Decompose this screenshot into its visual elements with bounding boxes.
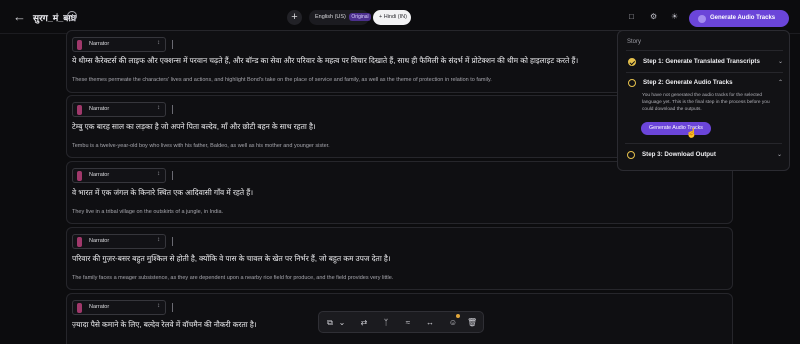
speaker-select[interactable]: Narrator ↕	[72, 37, 166, 52]
text-cursor	[172, 105, 173, 114]
source-text: Tembu is a twelve-year-old boy who lives…	[72, 143, 330, 149]
circle-icon	[627, 151, 635, 159]
step-3-row[interactable]: Step 3: Download Output ⌄	[617, 148, 790, 162]
emotion-icon[interactable]: ☺	[448, 318, 458, 328]
speaker-color-swatch	[77, 171, 82, 181]
translated-text[interactable]: ये थीम्स कैरेक्टर्स की लाइफ और एक्शन्स म…	[72, 56, 578, 66]
text-cursor	[172, 40, 173, 49]
top-bar: ← सुरग_मं_बाघ + English (US) Original + …	[0, 0, 800, 34]
history-icon[interactable]	[67, 11, 77, 21]
divider	[625, 143, 782, 144]
segment-toolbar: ⧉ ⌄ ⇄ ᛉ ≈ ↔ ☺ 🗑	[318, 311, 484, 333]
speaker-color-swatch	[77, 40, 82, 50]
spacing-icon[interactable]: ↔	[425, 318, 435, 328]
speaker-name: Narrator	[89, 304, 110, 310]
chevron-updown-icon: ↕	[157, 237, 160, 243]
speaker-color-swatch	[77, 237, 82, 247]
speaker-name: Narrator	[89, 41, 110, 47]
text-cursor	[172, 303, 173, 312]
chevron-updown-icon: ↕	[157, 171, 160, 177]
source-language-label: English (US)	[315, 14, 346, 20]
check-circle-icon	[628, 58, 636, 66]
step-2-row[interactable]: Step 2: Generate Audio Tracks ⌃	[618, 76, 791, 90]
chevron-down-icon: ⌄	[777, 59, 783, 65]
translate-icon[interactable]: ⇄	[359, 318, 369, 328]
comment-icon[interactable]: □	[629, 13, 637, 21]
copy-icon[interactable]: ⧉	[325, 318, 335, 328]
original-badge: Original	[349, 13, 371, 21]
speaker-select[interactable]: Narrator ↕	[72, 300, 166, 315]
segment-card: Narrator ↕ परिवार की गुज़र-बसर बहुत मुश्…	[66, 227, 733, 290]
tab-source-language[interactable]: English (US) Original	[309, 10, 371, 25]
speaker-color-swatch	[77, 303, 82, 313]
circle-icon	[628, 79, 636, 87]
audio-icon	[698, 14, 706, 23]
speaker-name: Narrator	[89, 106, 110, 112]
chevron-updown-icon: ↕	[157, 303, 160, 309]
generate-audio-tracks-button[interactable]: Generate Audio Tracks	[689, 10, 789, 27]
text-cursor	[172, 237, 173, 246]
step-1-row[interactable]: Step 1: Generate Translated Transcripts …	[618, 55, 791, 69]
chevron-updown-icon: ↕	[157, 105, 160, 111]
step-2-generate-button[interactable]: Generate Audio Tracks	[641, 122, 711, 135]
source-text: The family faces a meager subsistence, a…	[72, 275, 394, 281]
translated-text[interactable]: परिवार की गुज़र-बसर बहुत मुश्किल से होती…	[72, 254, 391, 264]
translated-text[interactable]: ज़्यादा पैसे कमाने के लिए, बल्देव रेलवे …	[72, 320, 257, 330]
translated-text[interactable]: वे भारत में एक जंगल के किनारे स्थित एक आ…	[72, 188, 253, 198]
chevron-up-icon: ⌃	[777, 80, 783, 86]
speaker-name: Narrator	[89, 238, 110, 244]
sun-icon[interactable]: ☀	[671, 13, 679, 21]
source-text: These themes permeate the characters' li…	[72, 77, 492, 83]
plus-icon[interactable]: +	[287, 10, 302, 25]
step-2-label: Step 2: Generate Audio Tracks	[643, 79, 733, 86]
divider	[626, 72, 783, 73]
step-1-label: Step 1: Generate Translated Transcripts	[643, 58, 760, 65]
voice-icon[interactable]: ≈	[403, 318, 413, 328]
chevron-updown-icon: ↕	[157, 40, 160, 46]
step-3-label: Step 3: Download Output	[642, 151, 716, 158]
translated-text[interactable]: टेम्बु एक बारह साल का लड़का है जो अपने प…	[72, 122, 316, 132]
speaker-select[interactable]: Narrator ↕	[72, 168, 166, 183]
chevron-down-icon[interactable]: ⌄	[337, 318, 347, 328]
merge-icon[interactable]: ᛉ	[381, 318, 391, 328]
tab-target-language[interactable]: + Hindi (IN)	[373, 10, 411, 25]
text-cursor	[172, 171, 173, 180]
step-2-description: You have not generated the audio tracks …	[642, 93, 770, 112]
speaker-select[interactable]: Narrator ↕	[72, 234, 166, 249]
chevron-down-icon: ⌄	[776, 152, 782, 158]
speaker-name: Narrator	[89, 172, 110, 178]
trash-icon[interactable]: 🗑	[467, 318, 477, 328]
notification-dot	[456, 314, 460, 318]
divider	[626, 50, 783, 51]
speaker-color-swatch	[77, 105, 82, 115]
gear-icon[interactable]: ⚙	[650, 13, 658, 21]
source-text: They live in a tribal village on the out…	[72, 209, 224, 215]
hand-cursor-icon: ☝	[686, 128, 698, 138]
speaker-select[interactable]: Narrator ↕	[72, 102, 166, 117]
generate-audio-tracks-label: Generate Audio Tracks	[710, 15, 776, 21]
arrow-left-icon[interactable]: ←	[13, 10, 27, 24]
story-panel-title: Story	[627, 39, 642, 45]
